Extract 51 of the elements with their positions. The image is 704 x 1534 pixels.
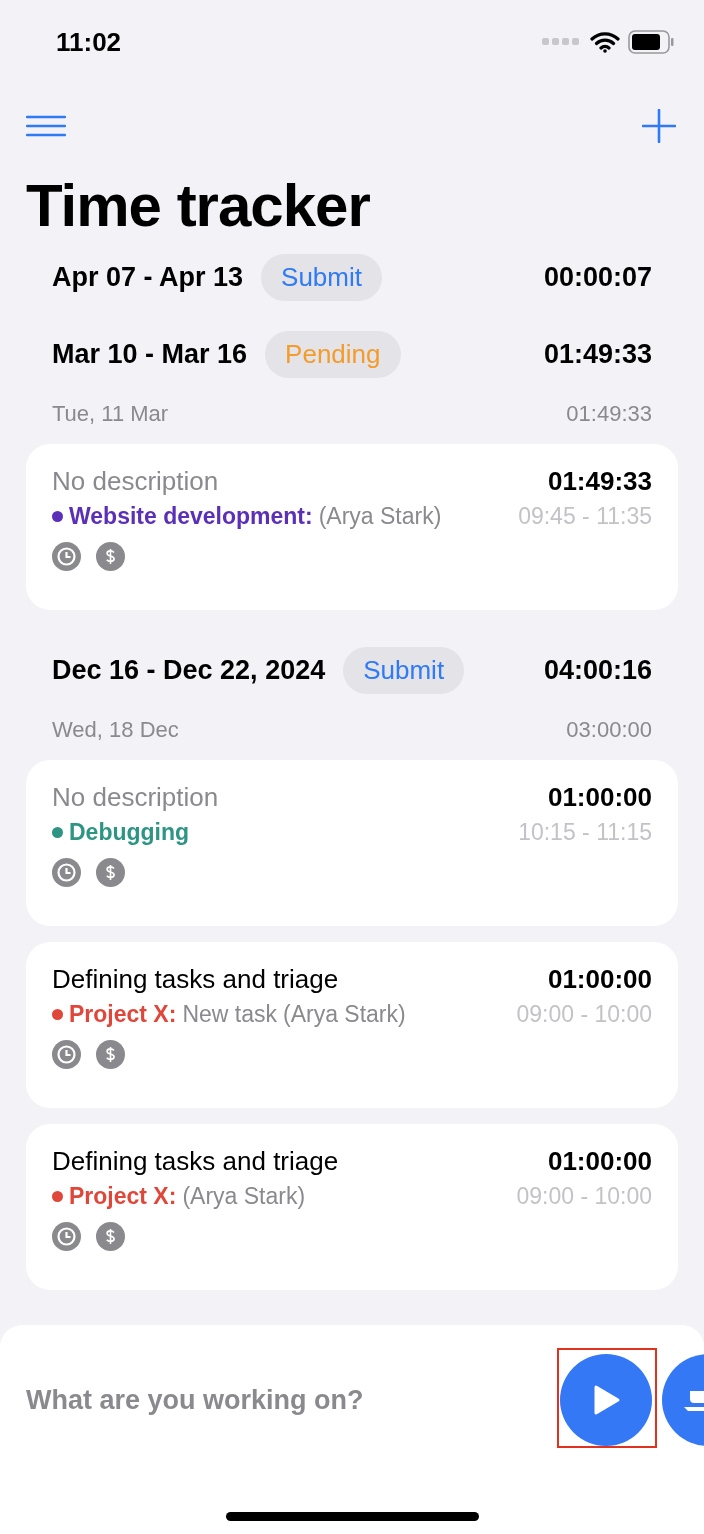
- entry-duration: 01:00:00: [547, 782, 652, 813]
- dollar-icon: [96, 1222, 125, 1251]
- time-range: 09:45 - 11:35: [518, 503, 652, 530]
- clock-icon: [52, 858, 81, 887]
- time-entry-card[interactable]: Defining tasks and triage 01:00:00 Project X: New task (Arya Stark) 09:00 - 10:00: [26, 942, 678, 1108]
- clock-icon: [52, 1040, 81, 1069]
- week-range: Apr 07 - Apr 13: [52, 261, 244, 293]
- entry-description: Defining tasks and triage: [52, 1146, 339, 1177]
- add-icon[interactable]: [642, 109, 676, 143]
- time-entry-card[interactable]: No description 01:49:33 Website development: (Arya Stark) 09:45 - 11:35: [26, 444, 678, 610]
- time-range: 10:15 - 11:15: [518, 819, 652, 846]
- time-entry-card[interactable]: Defining tasks and triage 01:00:00 Project X: (Arya Stark) 09:00 - 10:00: [26, 1124, 678, 1290]
- project-name: Project X:: [69, 1183, 177, 1210]
- battery-icon: [628, 30, 674, 54]
- entry-description: No description: [52, 782, 219, 813]
- week-total: 04:00:16: [543, 654, 652, 686]
- day-date: Tue, 11 Mar: [52, 401, 169, 427]
- week-range: Dec 16 - Dec 22, 2024: [52, 654, 326, 686]
- task-name: New task: [182, 1001, 277, 1028]
- wifi-icon: [590, 31, 620, 53]
- page-title: Time tracker: [25, 171, 371, 241]
- entry-description: No description: [52, 466, 219, 497]
- entry-duration: 01:00:00: [547, 1146, 652, 1177]
- entry-duration: 01:49:33: [547, 466, 652, 497]
- week-total: 00:00:07: [543, 261, 652, 293]
- signal-icon: [542, 38, 582, 46]
- time-range: 09:00 - 10:00: [516, 1183, 652, 1210]
- status-badge: Pending: [265, 330, 401, 378]
- day-total: 03:00:00: [566, 717, 652, 743]
- time-entry-card[interactable]: No description 01:00:00 Debugging 10:15 - 11:15: [26, 760, 678, 926]
- dollar-icon: [96, 542, 125, 571]
- clock-icon: [52, 542, 81, 571]
- day-date: Wed, 18 Dec: [52, 717, 179, 743]
- person-name: (Arya Stark): [282, 1001, 406, 1028]
- person-name: (Arya Stark): [182, 1183, 306, 1210]
- day-total: 01:49:33: [566, 401, 652, 427]
- project-name: Debugging: [69, 819, 190, 846]
- project-name: Website development:: [69, 503, 313, 530]
- entry-description: Defining tasks and triage: [52, 964, 339, 995]
- entry-duration: 01:00:00: [547, 964, 652, 995]
- week-range: Mar 10 - Mar 16: [52, 338, 248, 370]
- week-total: 01:49:33: [543, 338, 652, 370]
- dollar-icon: [96, 858, 125, 887]
- dollar-icon: [96, 1040, 125, 1069]
- clock-icon: [52, 1222, 81, 1251]
- project-name: Project X:: [69, 1001, 177, 1028]
- time-range: 09:00 - 10:00: [516, 1001, 652, 1028]
- status-time: 11:02: [56, 26, 122, 58]
- person-name: (Arya Stark): [318, 503, 442, 530]
- menu-icon[interactable]: [26, 115, 66, 137]
- play-button[interactable]: [560, 1354, 652, 1446]
